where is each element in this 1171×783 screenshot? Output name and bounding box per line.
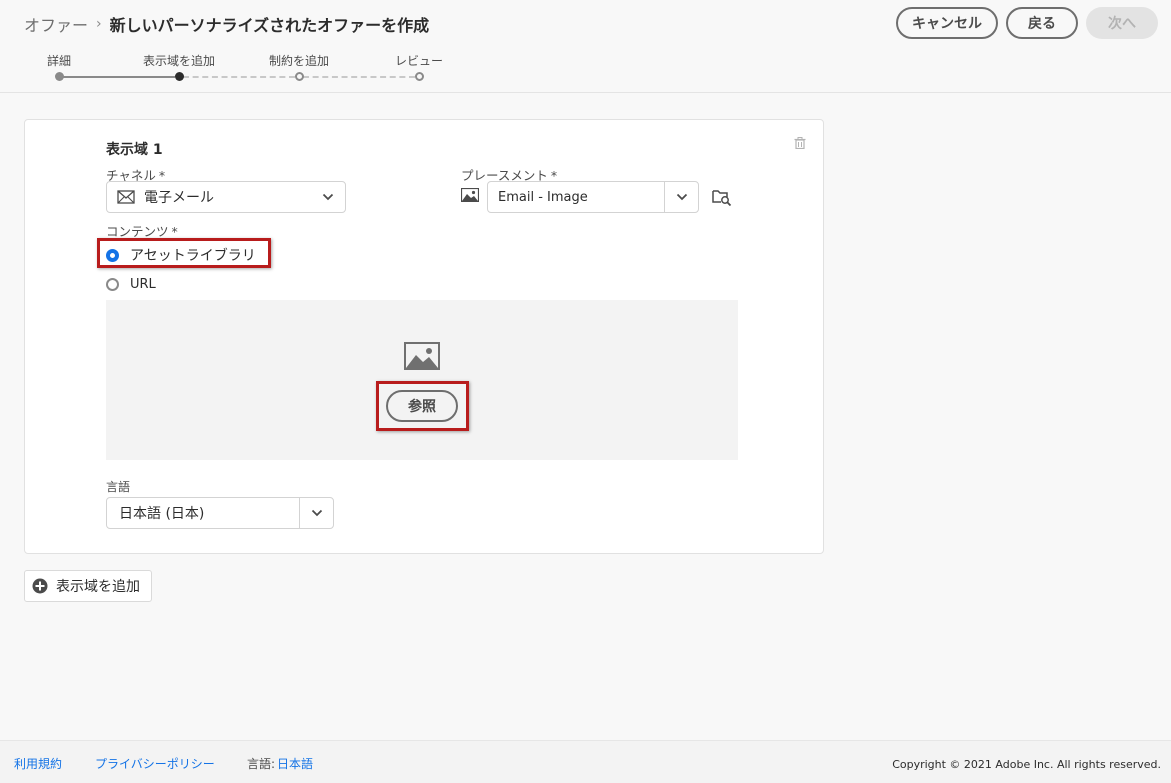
step-dot-review bbox=[415, 72, 424, 81]
image-placeholder-icon bbox=[404, 342, 440, 370]
language-footer-label: 言語: bbox=[247, 757, 276, 771]
step-dot-add-constraints bbox=[295, 72, 304, 81]
representation-card: 表示域 1 チャネル * 電子メール プレースメント * Email - Ima… bbox=[24, 119, 824, 554]
chevron-down-icon bbox=[311, 509, 322, 517]
breadcrumb-separator: › bbox=[96, 16, 102, 32]
page-header: オファー › 新しいパーソナライズされたオファーを作成 キャンセル 戻る 次へ … bbox=[0, 0, 1171, 93]
channel-picker[interactable]: 電子メール bbox=[106, 181, 346, 213]
language-picker[interactable]: 日本語 (日本) bbox=[106, 497, 334, 529]
language-label: 言語 bbox=[106, 480, 131, 494]
channel-value: 電子メール bbox=[144, 190, 214, 206]
breadcrumb-parent-link[interactable]: オファー bbox=[24, 12, 88, 36]
chevron-down-icon bbox=[322, 193, 334, 201]
back-button[interactable]: 戻る bbox=[1006, 7, 1078, 39]
step-label-add-constraints: 制約を追加 bbox=[269, 54, 330, 68]
folder-search-icon[interactable] bbox=[712, 188, 732, 206]
radio-button[interactable] bbox=[106, 278, 119, 291]
step-label-add-representation: 表示域を追加 bbox=[143, 54, 216, 68]
representation-title: 表示域 1 bbox=[106, 142, 163, 158]
terms-link[interactable]: 利用規約 bbox=[14, 755, 62, 772]
cancel-button[interactable]: キャンセル bbox=[896, 7, 998, 39]
radio-label: URL bbox=[130, 277, 156, 292]
step-dot-add-representation bbox=[175, 72, 184, 81]
copyright-text: Copyright © 2021 Adobe Inc. All rights r… bbox=[892, 758, 1161, 771]
radio-asset-library[interactable]: アセットライブラリ bbox=[106, 245, 256, 265]
page-title: 新しいパーソナライズされたオファーを作成 bbox=[109, 16, 430, 35]
language-footer-link[interactable]: 日本語 bbox=[277, 755, 313, 772]
placement-picker[interactable]: Email - Image bbox=[487, 181, 699, 213]
mail-icon bbox=[117, 190, 135, 204]
next-button[interactable]: 次へ bbox=[1086, 7, 1158, 39]
step-connector-pending bbox=[183, 76, 295, 78]
trash-icon[interactable] bbox=[794, 137, 806, 149]
step-label-review: レビュー bbox=[395, 54, 444, 68]
breadcrumb: オファー › 新しいパーソナライズされたオファーを作成 bbox=[24, 12, 429, 36]
privacy-link[interactable]: プライバシーポリシー bbox=[95, 755, 215, 772]
language-value: 日本語 (日本) bbox=[119, 506, 205, 522]
placement-value: Email - Image bbox=[498, 189, 588, 205]
add-representation-label: 表示域を追加 bbox=[56, 579, 140, 595]
page-footer: 利用規約 プライバシーポリシー 言語: 日本語 Copyright © 2021… bbox=[0, 740, 1171, 783]
image-icon bbox=[461, 188, 479, 202]
step-connector-done bbox=[63, 76, 175, 78]
step-connector-pending bbox=[303, 76, 415, 78]
browse-button[interactable]: 参照 bbox=[386, 390, 458, 422]
progress-stepper: 詳細 表示域を追加 制約を追加 レビュー bbox=[0, 50, 500, 84]
asset-dropzone: 参照 bbox=[106, 300, 738, 460]
radio-label: アセットライブラリ bbox=[130, 248, 256, 264]
add-circle-icon bbox=[32, 578, 48, 594]
step-label-details: 詳細 bbox=[47, 54, 72, 68]
chevron-down-icon bbox=[676, 193, 687, 201]
step-dot-details bbox=[55, 72, 64, 81]
radio-url[interactable]: URL bbox=[106, 277, 156, 292]
add-representation-button[interactable]: 表示域を追加 bbox=[24, 570, 152, 602]
radio-button-selected[interactable] bbox=[106, 248, 119, 262]
